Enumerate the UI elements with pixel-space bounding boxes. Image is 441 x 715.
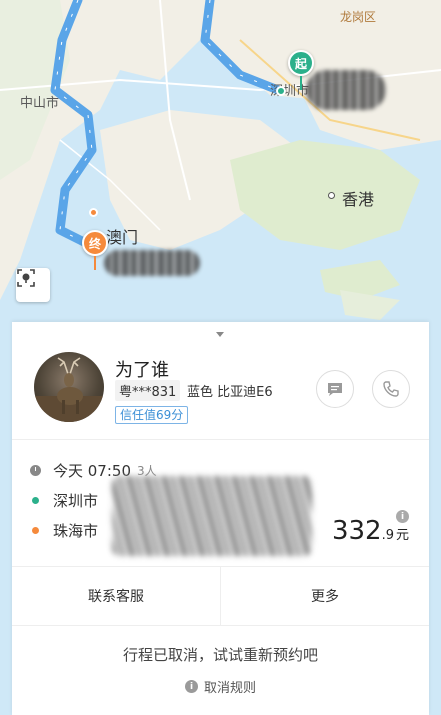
phone-icon (383, 381, 399, 397)
driver-section: 为了谁 粤***831 蓝色 比亚迪E6 信任值69分 (12, 352, 429, 432)
license-plate: 粤***831 (115, 380, 181, 401)
locate-icon (17, 269, 35, 287)
more-button[interactable]: 更多 (220, 566, 429, 625)
action-bar: 联系客服 更多 (12, 566, 429, 625)
trip-to: 珠海市 (53, 521, 99, 540)
call-button[interactable] (372, 370, 410, 408)
start-pin-tail (300, 76, 302, 90)
locate-button[interactable] (16, 268, 50, 302)
message-icon (328, 383, 342, 396)
price-decimal: .9 (381, 528, 394, 543)
redacted-start-area (306, 70, 386, 110)
map-label-hongkong: 香港 (342, 190, 375, 209)
trip-from-row: 深圳市 (32, 489, 98, 511)
cancel-rules-link[interactable]: i 取消规则 (12, 677, 429, 696)
end-dot (89, 208, 98, 217)
cancel-rules-label: 取消规则 (203, 681, 256, 696)
price-unit: 元 (395, 528, 409, 543)
trip-price[interactable]: 332 .9 元 (332, 516, 409, 546)
trip-card: 为了谁 粤***831 蓝色 比亚迪E6 信任值69分 今天 07:50 3人 … (12, 322, 429, 715)
hongkong-marker (328, 192, 335, 199)
map-label-longgang: 龙岗区 (340, 10, 377, 24)
divider (12, 625, 429, 626)
collapse-handle-icon[interactable] (216, 332, 224, 337)
trip-from: 深圳市 (53, 491, 99, 510)
message-button[interactable] (316, 370, 354, 408)
map-label-macau: 澳门 (106, 228, 139, 247)
redacted-addresses (112, 476, 312, 556)
divider (12, 439, 429, 440)
start-dot-icon (32, 496, 39, 504)
driver-name: 为了谁 (115, 360, 169, 381)
contact-service-button[interactable]: 联系客服 (12, 566, 220, 625)
driver-avatar[interactable] (34, 352, 104, 422)
price-integer: 332 (331, 516, 382, 546)
start-pin[interactable]: 起 (288, 50, 314, 76)
deer-avatar-image (34, 357, 104, 422)
trip-to-row: 珠海市 (32, 519, 98, 541)
end-pin-tail (94, 256, 96, 270)
clock-icon (30, 464, 41, 476)
redacted-end-area (104, 250, 200, 276)
end-pin[interactable]: 终 (82, 230, 108, 256)
cancelled-status-text: 行程已取消，试试重新预约吧 (122, 646, 318, 664)
car-description: 蓝色 比亚迪E6 (187, 385, 273, 400)
end-dot-icon (32, 526, 39, 534)
trip-details: 今天 07:50 3人 深圳市 珠海市 i 332 .9 元 (12, 446, 429, 566)
map-label-zhongshan: 中山市 (20, 96, 60, 111)
start-dot (276, 86, 286, 96)
info-icon: i (184, 680, 198, 693)
trust-score-badge[interactable]: 信任值69分 (115, 406, 189, 424)
